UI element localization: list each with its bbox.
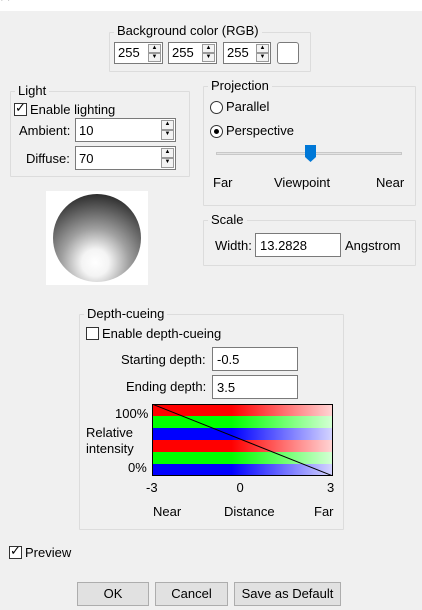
ending-depth-label: Ending depth: xyxy=(126,379,207,394)
parallel-radio[interactable] xyxy=(210,101,223,114)
background-color-title: Background color (RGB) xyxy=(114,24,262,38)
green-intensity-band xyxy=(152,416,333,429)
light-title: Light xyxy=(15,84,50,98)
diffuse-label: Diffuse: xyxy=(26,151,70,166)
blue-intensity-band xyxy=(152,464,333,476)
red-up-arrow-icon[interactable]: ▲ xyxy=(148,44,161,53)
y-axis-title-line2: intensity xyxy=(86,441,134,456)
x-axis-tick-label: 3 xyxy=(327,480,335,495)
y-axis-title-line1: Relative xyxy=(86,425,133,440)
diffuse-spinbox[interactable]: 70 ▲ ▼ xyxy=(75,146,176,170)
width-input[interactable]: 13.2828 xyxy=(255,233,341,257)
y-axis-bottom-label: 0% xyxy=(128,460,147,475)
diffuse-value: 70 xyxy=(79,151,94,166)
blue-intensity-band xyxy=(152,428,333,441)
ambient-spinbox[interactable]: 10 ▲ ▼ xyxy=(75,118,176,142)
checkmark-icon: ✓ xyxy=(15,100,26,115)
checkmark-icon: ✓ xyxy=(10,543,21,558)
title-bar-strip: · · xyxy=(0,0,422,11)
red-intensity-band xyxy=(152,440,333,453)
green-up-arrow-icon[interactable]: ▲ xyxy=(202,44,215,53)
starting-depth-input[interactable]: -0.5 xyxy=(212,347,298,371)
blue-value: 255 xyxy=(227,45,249,60)
diffuse-down-arrow-icon[interactable]: ▼ xyxy=(161,158,174,168)
x-axis-far-label: Far xyxy=(314,504,334,519)
blue-down-arrow-icon[interactable]: ▼ xyxy=(256,53,269,62)
enable-depth-cueing-checkbox[interactable] xyxy=(86,327,99,340)
green-down-arrow-icon[interactable]: ▼ xyxy=(202,53,215,62)
preview-label[interactable]: Preview xyxy=(25,545,71,560)
y-axis-top-label: 100% xyxy=(115,406,149,421)
lighting-sphere-preview xyxy=(53,194,141,282)
diffuse-up-arrow-icon[interactable]: ▲ xyxy=(161,148,174,158)
perspective-radio-dot xyxy=(214,129,219,134)
depth-cueing-title: Depth-cueing xyxy=(84,307,168,321)
red-spinbox[interactable]: 255 ▲ ▼ xyxy=(114,42,163,64)
green-spinbox[interactable]: 255 ▲ ▼ xyxy=(168,42,217,64)
blue-spinbox[interactable]: 255 ▲ ▼ xyxy=(223,42,271,64)
enable-lighting-label[interactable]: Enable lighting xyxy=(30,102,115,117)
far-label: Far xyxy=(213,175,233,190)
width-unit-label: Angstrom xyxy=(345,238,401,253)
save-as-default-button[interactable]: Save as Default xyxy=(234,582,341,606)
green-value: 255 xyxy=(172,45,194,60)
x-axis-tick-label: -3 xyxy=(146,480,158,495)
ambient-value: 10 xyxy=(79,123,94,138)
red-value: 255 xyxy=(118,45,140,60)
parallel-label[interactable]: Parallel xyxy=(226,99,269,114)
projection-title: Projection xyxy=(208,79,272,93)
enable-lighting-checkbox[interactable]: ✓ xyxy=(14,100,27,116)
cancel-button[interactable]: Cancel xyxy=(155,582,228,606)
x-axis-title: Distance xyxy=(224,504,275,519)
ambient-down-arrow-icon[interactable]: ▼ xyxy=(161,130,174,140)
ok-button[interactable]: OK xyxy=(77,582,149,606)
x-axis-near-label: Near xyxy=(153,504,182,519)
green-intensity-band xyxy=(152,452,333,465)
perspective-radio[interactable] xyxy=(210,125,223,138)
ambient-up-arrow-icon[interactable]: ▲ xyxy=(161,120,174,130)
background-color-swatch[interactable] xyxy=(277,42,299,64)
viewpoint-label: Viewpoint xyxy=(274,175,331,190)
near-label: Near xyxy=(376,175,405,190)
perspective-label[interactable]: Perspective xyxy=(226,123,294,138)
depth-intensity-graph xyxy=(152,404,333,476)
scale-title: Scale xyxy=(208,213,247,227)
preview-checkbox[interactable]: ✓ xyxy=(9,543,22,559)
starting-depth-label: Starting depth: xyxy=(121,352,206,367)
title-bar-ghost: · · xyxy=(0,0,11,6)
ending-depth-input[interactable]: 3.5 xyxy=(212,375,298,399)
lighting-preview-frame xyxy=(46,191,148,285)
ambient-label: Ambient: xyxy=(19,123,71,138)
blue-up-arrow-icon[interactable]: ▲ xyxy=(256,44,269,53)
viewpoint-slider-thumb[interactable] xyxy=(305,145,317,162)
width-label: Width: xyxy=(215,238,252,253)
enable-depth-cueing-label[interactable]: Enable depth-cueing xyxy=(102,326,221,341)
red-down-arrow-icon[interactable]: ▼ xyxy=(148,53,161,62)
x-axis-tick-label: 0 xyxy=(236,480,244,495)
